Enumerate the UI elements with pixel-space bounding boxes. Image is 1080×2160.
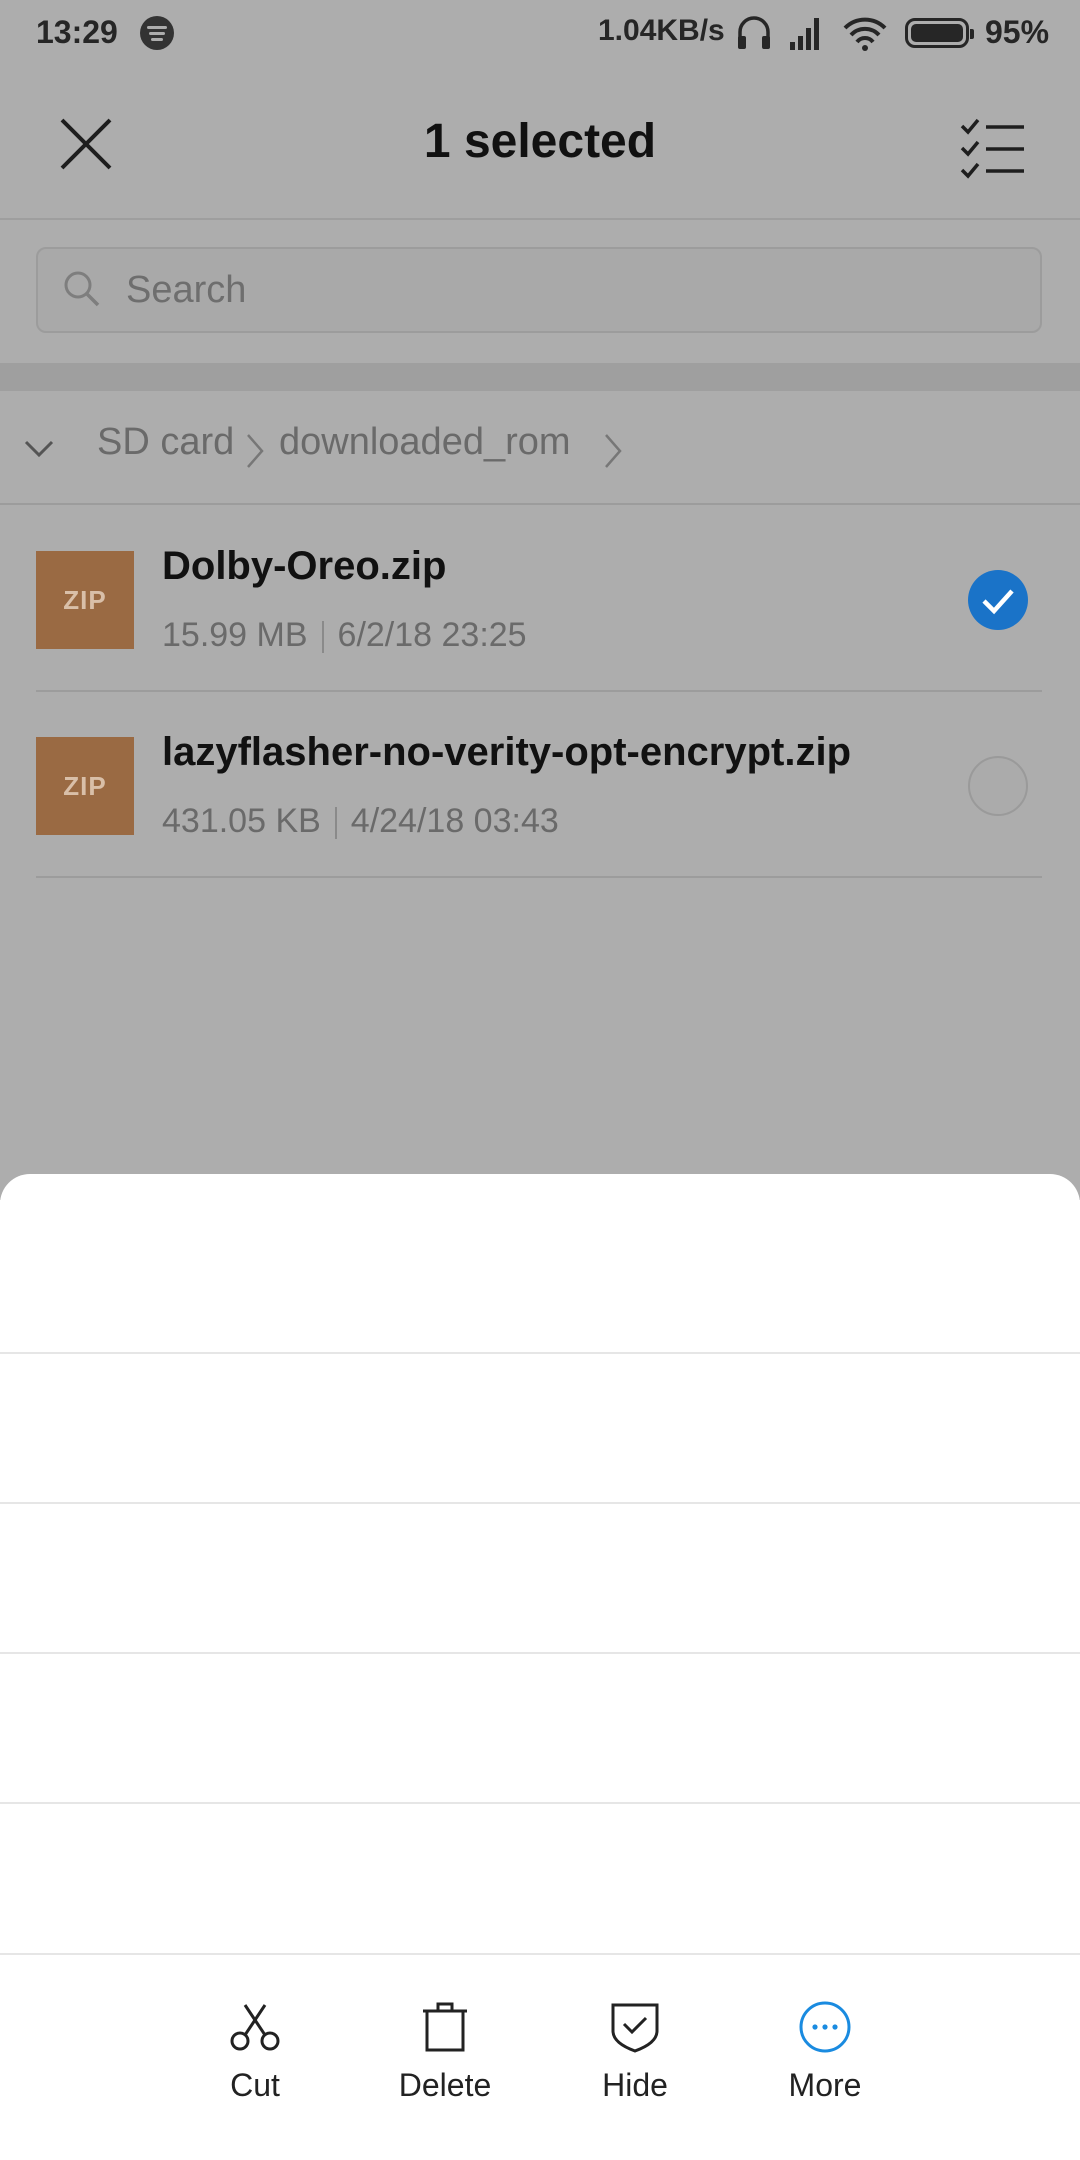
delete-label: Delete: [398, 2067, 492, 2103]
meta-divider: [334, 807, 337, 840]
checkbox-unchecked[interactable]: [968, 756, 1028, 816]
file-row-lazyflasher[interactable]: ZIP lazyflasher-no-verity-opt-encrypt.zi…: [36, 692, 1042, 878]
chevron-right-icon: [247, 434, 264, 468]
sheet-option-row[interactable]: [0, 1502, 1080, 1654]
action-mode-header: 1 selected: [0, 66, 1080, 220]
chevron-down-icon[interactable]: [22, 431, 56, 465]
trash-icon: [423, 2002, 467, 2052]
shield-check-icon: [611, 2003, 659, 2053]
sheet-option-row[interactable]: [0, 1652, 1080, 1804]
more-button[interactable]: More: [745, 1955, 905, 2160]
sheet-option-row[interactable]: [0, 1802, 1080, 1954]
hide-label: Hide: [602, 2067, 668, 2103]
file-meta: 431.05 KB 4/24/18 03:43: [162, 802, 559, 841]
file-size: 15.99 MB: [162, 616, 308, 654]
zip-file-icon: ZIP: [36, 737, 134, 835]
file-size: 431.05 KB: [162, 802, 321, 840]
section-divider: [0, 363, 1080, 391]
chevron-right-icon: [605, 434, 622, 468]
file-row-dolby-oreo[interactable]: ZIP Dolby-Oreo.zip 15.99 MB 6/2/18 23:25: [36, 506, 1042, 692]
scissors-icon: [230, 2004, 280, 2051]
cut-label: Cut: [230, 2067, 280, 2103]
delete-button[interactable]: Delete: [365, 1955, 525, 2160]
signal-icon: [790, 18, 819, 50]
file-name: lazyflasher-no-verity-opt-encrypt.zip: [162, 730, 852, 774]
more-label: More: [788, 2067, 862, 2103]
file-date: 6/2/18 23:25: [337, 616, 527, 654]
wifi-icon: [843, 17, 887, 51]
more-icon: [799, 2001, 851, 2053]
search-icon: [64, 271, 100, 307]
meta-divider: [321, 621, 324, 654]
cut-button[interactable]: Cut: [175, 1955, 335, 2160]
screen: 13:29 1.04KB/s 95% 1 selected Search SD …: [0, 0, 1080, 2160]
breadcrumb: SD card downloaded_rom: [0, 391, 1080, 505]
file-meta: 15.99 MB 6/2/18 23:25: [162, 616, 527, 655]
checkmark-icon: [982, 589, 1014, 615]
file-name: Dolby-Oreo.zip: [162, 544, 447, 588]
search-input[interactable]: [126, 249, 1006, 331]
battery-icon: [905, 18, 974, 48]
status-bar: 13:29 1.04KB/s 95%: [0, 0, 1080, 66]
status-time: 13:29: [36, 14, 118, 50]
breadcrumb-item-downloaded-rom[interactable]: downloaded_rom: [279, 421, 571, 464]
bottom-action-bar: Cut Delete Hide More: [0, 1953, 1080, 2160]
hide-button[interactable]: Hide: [555, 1955, 715, 2160]
checklist-icon[interactable]: [958, 116, 1028, 180]
network-speed: 1.04KB/s: [598, 14, 725, 47]
checkbox-checked[interactable]: [968, 570, 1028, 630]
sheet-option-row[interactable]: [0, 1352, 1080, 1504]
breadcrumb-item-sd-card[interactable]: SD card: [97, 421, 234, 464]
file-date: 4/24/18 03:43: [350, 802, 559, 840]
headset-icon: [738, 16, 770, 49]
search-box[interactable]: [36, 247, 1042, 333]
spotify-icon: [140, 16, 174, 50]
battery-percent: 95%: [985, 14, 1050, 50]
page-title: 1 selected: [423, 115, 657, 168]
zip-file-icon: ZIP: [36, 551, 134, 649]
file-manager-background: 13:29 1.04KB/s 95% 1 selected Search SD …: [0, 0, 1080, 1200]
